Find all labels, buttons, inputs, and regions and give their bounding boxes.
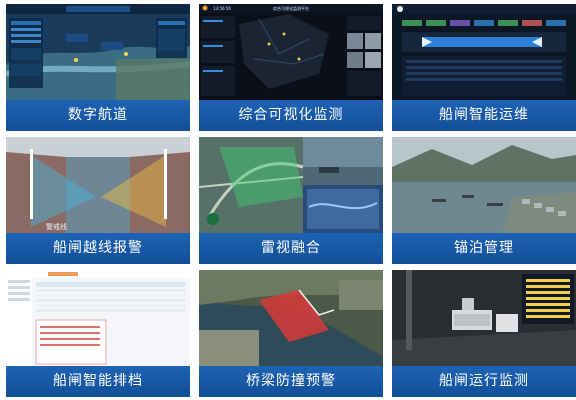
tile-label: 雷视融合: [199, 233, 383, 264]
tile-label: 船闸越线报警: [6, 233, 190, 264]
tile-anchorage[interactable]: 锚泊管理: [392, 137, 576, 264]
tile-visual-monitoring[interactable]: 综合可视化监测平台 13:56:56 综合可视化监测: [199, 4, 383, 131]
tile-lock-alarm[interactable]: 警戒线 船闸越线报警: [6, 137, 190, 264]
watermark-text: 警戒线: [46, 222, 67, 231]
tile-radar-fusion[interactable]: 雷视融合: [199, 137, 383, 264]
thumb-lock-operation: [392, 270, 576, 366]
tile-bridge-collision[interactable]: 桥梁防撞预警: [199, 270, 383, 397]
thumb-lock-scheduling: [6, 270, 190, 366]
tile-digital-navigation[interactable]: 数字航道: [6, 4, 190, 131]
feature-grid: 数字航道 综合可视化监测平台 13:56:56 综合可视化监测 船闸智能运维 警…: [6, 4, 576, 397]
tile-lock-maintenance[interactable]: 船闸智能运维: [392, 4, 576, 131]
tile-label: 数字航道: [6, 100, 190, 131]
thumb-lock-alarm: 警戒线: [6, 137, 190, 233]
thumb-bridge-collision: [199, 270, 383, 366]
tile-label: 综合可视化监测: [199, 100, 383, 131]
thumb-lock-maintenance: [392, 4, 576, 100]
tile-label: 桥梁防撞预警: [199, 366, 383, 397]
thumb-visual-monitoring: 综合可视化监测平台 13:56:56: [199, 4, 383, 100]
tile-label: 锚泊管理: [392, 233, 576, 264]
tile-label: 船闸智能排档: [6, 366, 190, 397]
thumb-digital-navigation: [6, 4, 190, 100]
thumb-radar-fusion: [199, 137, 383, 233]
tile-lock-operation[interactable]: 船闸运行监测: [392, 270, 576, 397]
thumb-anchorage: [392, 137, 576, 233]
monitoring-time: 13:56:56: [213, 6, 231, 11]
tile-label: 船闸智能运维: [392, 100, 576, 131]
monitoring-title: 综合可视化监测平台: [273, 5, 309, 11]
tile-label: 船闸运行监测: [392, 366, 576, 397]
tile-lock-scheduling[interactable]: 船闸智能排档: [6, 270, 190, 397]
